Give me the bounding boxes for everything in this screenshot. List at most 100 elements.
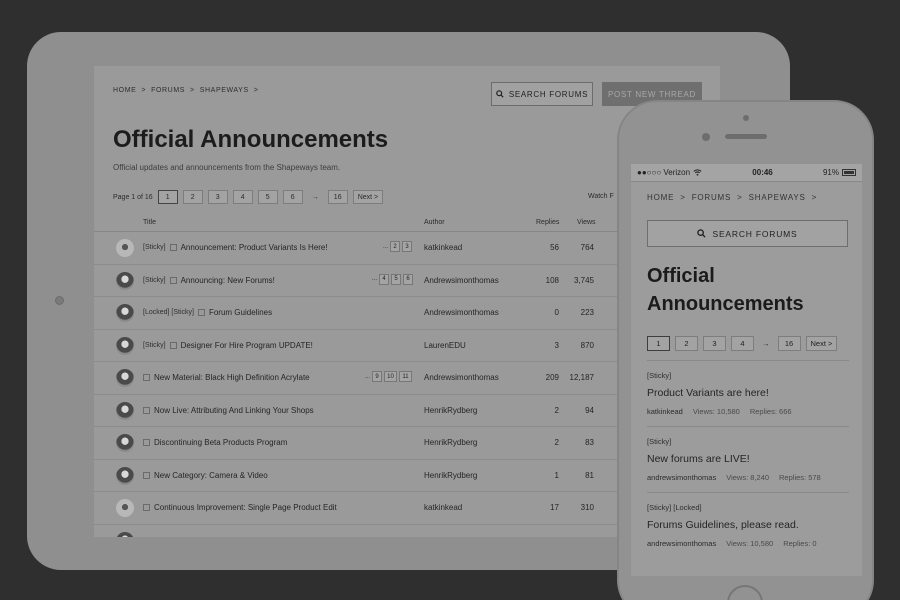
thread-tags: [Sticky] (647, 437, 672, 446)
page-button-5[interactable]: 5 (257, 190, 278, 204)
thread-icon (169, 244, 177, 251)
wifi-icon (693, 169, 702, 176)
thread-author[interactable]: Andrewsimonthomas (424, 276, 499, 285)
search-forums-button[interactable]: SEARCH FORUMS (491, 82, 593, 106)
breadcrumb-home[interactable]: HOME (113, 87, 136, 94)
breadcrumb-forums[interactable]: FORUMS (151, 87, 185, 94)
thread-page-link[interactable]: 9 (372, 371, 383, 382)
page-button-last[interactable]: 16 (327, 190, 348, 204)
pages-ellipsis: ... (365, 373, 371, 380)
thread-title[interactable]: Announcement: Product Variants Is Here! (181, 243, 328, 252)
thread-views: 870 (580, 340, 594, 350)
thread-title[interactable]: Now Live: Attributing And Linking Your S… (154, 406, 314, 415)
thread-page-link[interactable]: 2 (390, 241, 401, 252)
avatar (116, 466, 134, 485)
column-replies: Replies (536, 219, 560, 226)
thread-page-link[interactable]: 4 (379, 273, 390, 285)
list-item[interactable]: [Sticky] New forums are LIVE! andrewsimo… (647, 426, 849, 492)
thread-page-link[interactable]: 5 (391, 273, 402, 285)
thread-pages: ... 2 3 (383, 241, 413, 252)
phone-camera (702, 133, 710, 141)
avatar (116, 336, 134, 355)
page-button-3[interactable]: 3 (207, 190, 228, 204)
avatar (116, 271, 134, 290)
thread-title[interactable]: Forums Guidelines, please read. (647, 519, 849, 531)
page-button-2[interactable]: 2 (675, 336, 698, 351)
thread-views: Views: 10,580 (692, 407, 740, 416)
thread-author[interactable]: katkinkead (424, 243, 462, 252)
thread-author[interactable]: andrewsimonthomas (647, 539, 716, 548)
thread-replies: 2 (554, 438, 559, 447)
column-views: Views (577, 219, 596, 226)
thread-views: 3,745 (573, 275, 594, 285)
breadcrumb: HOME > FORUMS > SHAPEWAYS > (113, 87, 258, 94)
thread-list: [Sticky] Product Variants are here! katk… (647, 360, 849, 558)
thread-replies: 17 (550, 503, 559, 512)
thread-author[interactable]: katkinkead (647, 407, 683, 416)
thread-title[interactable]: New forums are LIVE! (647, 453, 849, 465)
thread-page-link[interactable]: 3 (402, 241, 413, 252)
next-page-button[interactable]: Next > (805, 336, 838, 351)
page-button-3[interactable]: 3 (703, 336, 726, 351)
page-button-2[interactable]: 2 (182, 190, 203, 204)
thread-author[interactable]: HenrikRydberg (424, 438, 477, 447)
thread-icon (197, 309, 205, 316)
page-button-6[interactable]: 6 (282, 190, 303, 204)
page-button-last[interactable]: 16 (777, 336, 801, 351)
page-button-1[interactable]: 1 (647, 336, 670, 351)
thread-author[interactable]: andrewsimonthomas (647, 473, 716, 482)
thread-title[interactable]: Announcing: New Forums! (181, 276, 275, 285)
breadcrumb-forums[interactable]: FORUMS (692, 193, 731, 202)
search-forums-label: SEARCH FORUMS (712, 228, 798, 239)
thread-page-link[interactable]: 11 (399, 371, 413, 382)
watch-forum-link[interactable]: Watch F (588, 193, 614, 200)
thread-author[interactable]: HenrikRydberg (424, 406, 477, 415)
search-forums-button[interactable]: SEARCH FORUMS (647, 220, 848, 247)
breadcrumb-shapeways[interactable]: SHAPEWAYS (749, 193, 806, 202)
breadcrumb-separator: > (141, 87, 147, 94)
thread-title[interactable]: Continuous Improvement: Single Page Prod… (154, 503, 337, 512)
thread-views: 223 (580, 308, 594, 317)
thread-author[interactable]: Andrewsimonthomas (424, 308, 499, 317)
thread-title[interactable]: Product Variants are here! (647, 387, 849, 399)
list-item[interactable]: [Sticky] Product Variants are here! katk… (647, 360, 849, 426)
thread-replies: 108 (545, 275, 559, 285)
status-bar: ●●○○○ Verizon 00:46 91% (631, 164, 862, 182)
thread-page-link[interactable]: 10 (384, 371, 398, 382)
thread-title[interactable]: New Material: Black High Definition Acry… (154, 373, 310, 382)
thread-title[interactable]: Discontinuing Beta Products Program (154, 438, 287, 447)
battery-icon (842, 169, 856, 176)
next-page-button[interactable]: Next > (352, 190, 384, 204)
search-icon (697, 229, 707, 238)
avatar (116, 369, 134, 387)
thread-icon (143, 374, 150, 381)
thread-page-link[interactable]: 6 (403, 273, 414, 285)
thread-replies: Replies: 666 (749, 407, 792, 416)
page-title: Official Announcements (647, 265, 804, 315)
thread-replies: 3 (554, 340, 559, 350)
carrier-label: ●●○○○ Verizon (637, 168, 691, 177)
page-button-4[interactable]: 4 (731, 336, 754, 351)
page-button-4[interactable]: 4 (232, 190, 253, 204)
thread-author[interactable]: LaurenEDU (424, 341, 466, 350)
breadcrumb-shapeways[interactable]: SHAPEWAYS (200, 87, 249, 94)
phone-sensor (743, 115, 749, 121)
thread-author[interactable]: katkinkead (424, 503, 462, 512)
thread-replies: 0 (554, 308, 559, 317)
thread-views: 310 (580, 503, 594, 512)
thread-title[interactable]: New Category: Camera & Video (154, 471, 268, 480)
page-button-1[interactable]: 1 (157, 190, 178, 204)
home-button[interactable] (727, 585, 763, 600)
thread-replies: 1 (554, 470, 559, 480)
thread-title[interactable]: Forum Guidelines (209, 308, 272, 317)
avatar (116, 531, 134, 537)
thread-icon (143, 504, 150, 511)
thread-views: 94 (585, 405, 594, 415)
battery-percent: 91% (822, 168, 839, 177)
breadcrumb-home[interactable]: HOME (647, 193, 674, 202)
thread-views: Views: 8,240 (726, 473, 770, 482)
list-item[interactable]: [Sticky] [Locked] Forums Guidelines, ple… (647, 492, 849, 558)
thread-title[interactable]: Designer For Hire Program UPDATE! (181, 341, 313, 350)
thread-author[interactable]: Andrewsimonthomas (424, 373, 499, 382)
thread-author[interactable]: HenrikRydberg (424, 471, 477, 480)
